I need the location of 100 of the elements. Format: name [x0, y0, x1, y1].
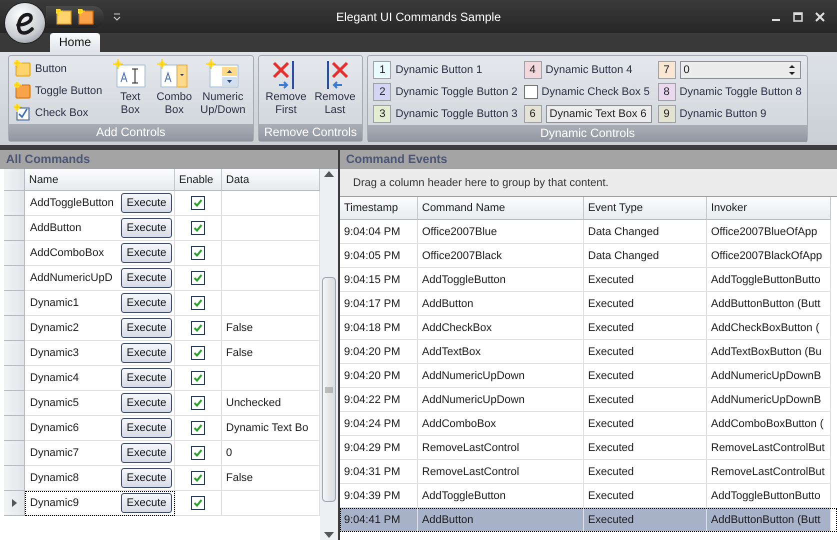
execute-button[interactable]: Execute [121, 243, 172, 263]
checkbox[interactable]: Dynamic Check Box 5 [524, 85, 652, 99]
spinner-icon[interactable] [786, 63, 797, 77]
numeric-field[interactable]: 0 [680, 61, 801, 79]
table-cell: Executed [584, 436, 707, 460]
table-cell: 9:04:29 PM [340, 436, 418, 460]
ribbon-tab[interactable]: Home [50, 33, 100, 52]
enable-checkbox[interactable] [191, 496, 205, 510]
ribbon-button[interactable]: Remove Last [312, 59, 358, 124]
table-cell: AddCheckBoxButton ( [707, 316, 831, 340]
enable-checkbox[interactable] [191, 371, 205, 385]
column-header[interactable]: Invoker [707, 197, 831, 220]
table-cell: 9:04:17 PM [340, 292, 418, 316]
enable-checkbox[interactable] [191, 321, 205, 335]
table-cell: AddTextBox [418, 340, 584, 364]
scrollbar-thumb[interactable] [322, 277, 336, 502]
command-name: AddComboBox [30, 247, 104, 259]
ribbon-button[interactable]: Remove First [264, 59, 308, 124]
command-name: AddToggleButton [30, 197, 114, 209]
close-icon[interactable] [815, 12, 825, 22]
table-cell: 9:04:31 PM [340, 460, 418, 484]
column-header[interactable]: Data [222, 169, 320, 191]
column-header[interactable]: Timestamp [340, 197, 418, 220]
enable-checkbox[interactable] [191, 396, 205, 410]
new-icon[interactable] [78, 8, 94, 24]
execute-button[interactable]: Execute [121, 293, 172, 313]
table-cell: AddComboBoxButton ( [707, 412, 831, 436]
column-header[interactable]: Enable [175, 169, 222, 191]
text-field[interactable]: Dynamic Text Box 6 [546, 105, 652, 123]
execute-button[interactable]: Execute [121, 193, 172, 213]
enable-checkbox[interactable] [191, 471, 205, 485]
ribbon-button[interactable]: 4 Dynamic Button 4 [524, 61, 652, 79]
table-cell: AddButtonButton (Butt [707, 508, 831, 532]
execute-button[interactable]: Execute [121, 343, 172, 363]
toggle-button[interactable]: 3 Dynamic Toggle Button 3 [373, 105, 518, 123]
maximize-icon[interactable] [793, 12, 803, 22]
corner-header [4, 169, 25, 191]
table-cell: 9:04:41 PM [340, 508, 418, 532]
execute-button[interactable]: Execute [121, 418, 172, 438]
scroll-up-icon[interactable] [324, 171, 334, 177]
table-cell: Executed [584, 340, 707, 364]
column-header[interactable]: Name [25, 169, 175, 191]
table-cell: Office2007Black [418, 244, 584, 268]
enable-checkbox[interactable] [191, 196, 205, 210]
table-cell: AddNumericUpDownB [707, 364, 831, 388]
group-hint: Drag a column header here to group by that content. [353, 176, 609, 188]
enable-checkbox[interactable] [191, 221, 205, 235]
enable-checkbox[interactable] [191, 271, 205, 285]
button-icon [14, 60, 32, 78]
ribbon-button[interactable]: Toggle Button [14, 81, 102, 101]
execute-button[interactable]: Execute [121, 468, 172, 488]
execute-button[interactable]: Execute [121, 218, 172, 238]
execute-button[interactable]: Execute [121, 368, 172, 388]
number-badge: 2 [373, 83, 392, 101]
enable-checkbox[interactable] [191, 446, 205, 460]
enable-checkbox[interactable] [191, 346, 205, 360]
number-badge: 6 [524, 105, 542, 123]
enable-checkbox[interactable] [191, 296, 205, 310]
panel-title: Command Events [340, 150, 837, 169]
command-name: Dynamic4 [30, 372, 79, 384]
table-cell: 9:04:20 PM [340, 340, 418, 364]
ribbon-button[interactable]: Check Box [14, 103, 102, 123]
table-cell: 9:04:18 PM [340, 316, 418, 340]
enable-checkbox[interactable] [191, 421, 205, 435]
toggle-button[interactable]: 2 Dynamic Toggle Button 2 [373, 83, 518, 101]
execute-button[interactable]: Execute [121, 443, 172, 463]
new-icon[interactable] [56, 8, 72, 24]
execute-button[interactable]: Execute [121, 493, 172, 513]
execute-button[interactable]: Execute [121, 268, 172, 288]
command-name: AddNumericUpD [30, 272, 113, 284]
enable-checkbox[interactable] [191, 246, 205, 260]
table-cell: 9:04:15 PM [340, 268, 418, 292]
table-cell: 9:04:20 PM [340, 364, 418, 388]
execute-button[interactable]: Execute [121, 318, 172, 338]
ribbon-button[interactable]: Numeric Up/Down [198, 59, 248, 124]
ribbon-button[interactable]: Text Box [110, 59, 150, 124]
command-name: Dynamic7 [30, 447, 79, 459]
ribbon-button[interactable]: 9 Dynamic Button 9 [658, 105, 802, 123]
ribbon-button[interactable]: Combo Box [154, 59, 194, 124]
table-cell: AddTextBoxButton (Bu [707, 340, 831, 364]
scroll-down-icon[interactable] [324, 532, 334, 538]
toggle-icon [14, 82, 32, 100]
group-caption: Remove Controls [258, 124, 362, 141]
column-header[interactable]: Event Type [584, 197, 707, 220]
ribbon-button[interactable]: 1 Dynamic Button 1 [373, 61, 518, 79]
table-cell: RemoveLastControl [418, 436, 584, 460]
row-header[interactable] [4, 491, 25, 516]
number-badge: 3 [373, 105, 392, 123]
column-header[interactable]: Command Name [418, 197, 584, 220]
command-name: Dynamic5 [30, 397, 79, 409]
table-cell: Executed [584, 460, 707, 484]
table-cell: Executed [584, 292, 707, 316]
ribbon-button[interactable]: Button [14, 59, 102, 79]
execute-button[interactable]: Execute [121, 393, 172, 413]
customize-icon[interactable] [112, 12, 122, 22]
command-name: Dynamic6 [30, 422, 79, 434]
command-name: Dynamic8 [30, 472, 79, 484]
toggle-button[interactable]: 8 Dynamic Toggle Button 8 [658, 83, 802, 101]
table-cell: AddComboBox [418, 412, 584, 436]
window-title: Elegant UI Commands Sample [336, 10, 501, 24]
